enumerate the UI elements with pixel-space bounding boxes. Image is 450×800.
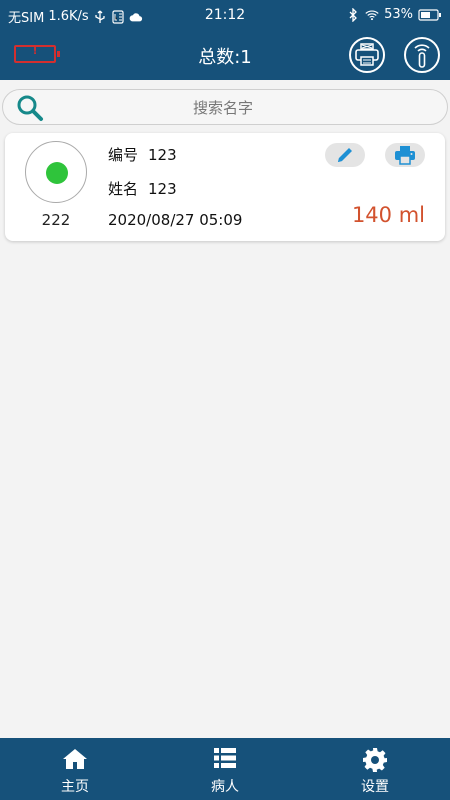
bottom-navigation: 主页 病人 设置 xyxy=(0,738,450,800)
search-bar xyxy=(0,80,450,130)
printer-icon xyxy=(355,43,379,66)
patient-card[interactable]: 222 编号 123 姓名 123 2020/08/27 05:09 140 ml xyxy=(5,133,445,241)
list-icon xyxy=(214,748,236,768)
battery-icon xyxy=(418,8,442,22)
nav-home-label: 主页 xyxy=(61,779,89,795)
patient-datetime: 2020/08/27 05:09 xyxy=(108,211,243,229)
status-right: 53% xyxy=(346,7,442,22)
patient-number-label: 编号 xyxy=(108,146,139,164)
status-indicator xyxy=(25,141,87,203)
edit-button[interactable] xyxy=(325,143,365,167)
remote-signal-icon xyxy=(414,44,430,68)
pencil-icon xyxy=(338,148,352,162)
nav-patients[interactable]: 病人 xyxy=(150,738,300,800)
wifi-icon xyxy=(365,8,379,22)
nav-home[interactable]: 主页 xyxy=(0,738,150,800)
battery-percent: 53% xyxy=(384,7,413,22)
search-input[interactable] xyxy=(53,96,393,120)
device-connect-button[interactable] xyxy=(404,37,440,73)
patient-number-row: 编号 123 xyxy=(108,144,177,165)
nav-patients-label: 病人 xyxy=(211,779,239,795)
search-box[interactable] xyxy=(2,89,448,125)
printer-connect-button[interactable] xyxy=(349,37,385,73)
nav-settings[interactable]: 设置 xyxy=(300,738,450,800)
printer-icon xyxy=(395,146,415,165)
gear-icon xyxy=(363,748,387,772)
print-button[interactable] xyxy=(385,143,425,167)
volume-reading: 140 ml xyxy=(351,203,425,227)
patient-name-row: 姓名 123 xyxy=(108,178,177,199)
patient-name: 123 xyxy=(148,180,177,198)
nav-settings-label: 设置 xyxy=(361,779,389,795)
patient-name-label: 姓名 xyxy=(108,180,139,198)
patient-number: 123 xyxy=(148,146,177,164)
patient-id: 222 xyxy=(41,211,71,229)
app-header: ! 总数:1 xyxy=(0,30,450,80)
status-dot xyxy=(46,162,68,184)
search-icon[interactable] xyxy=(15,94,45,122)
bluetooth-icon xyxy=(346,7,360,22)
home-icon xyxy=(63,749,87,769)
system-status-bar: 无SIM 1.6K/s 21:12 53% xyxy=(0,0,450,30)
